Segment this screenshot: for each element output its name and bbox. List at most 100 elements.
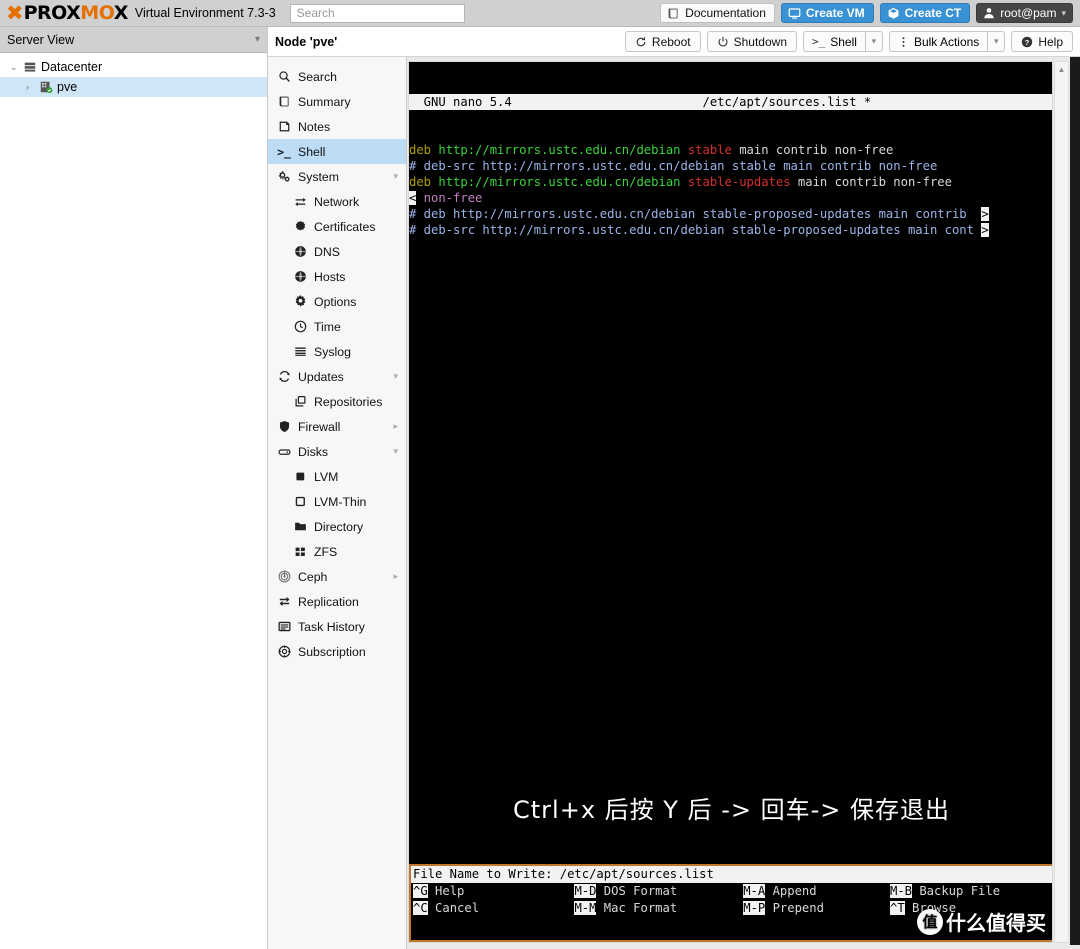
nav-item-label: Network	[314, 194, 360, 209]
terminal-text-segment: stable-updates	[680, 175, 791, 189]
nano-shortcut-key[interactable]: M-P	[743, 901, 766, 915]
nano-shortcut-gap	[677, 901, 743, 915]
terminal-text-segment: main contrib non-free	[790, 175, 952, 189]
terminal-frame[interactable]: GNU nano 5.4 /etc/apt/sources.list * deb…	[408, 61, 1053, 943]
nav-item-updates[interactable]: Updates ▾	[268, 364, 406, 389]
nav-item-task-history[interactable]: Task History	[268, 614, 406, 639]
nano-shortcut-label[interactable]: Cancel	[428, 901, 479, 915]
chevron-down-icon[interactable]: ▾	[393, 446, 398, 457]
create-vm-button[interactable]: Create VM	[780, 3, 874, 23]
nano-text-buffer[interactable]: deb http://mirrors.ustc.edu.cn/debian st…	[409, 142, 1052, 238]
tree-item-pve[interactable]: › pve	[0, 77, 267, 97]
nav-item-certificates[interactable]: Certificates	[268, 214, 406, 239]
nav-item-lvm[interactable]: LVM	[268, 464, 406, 489]
chevron-down-icon: ▾	[254, 34, 260, 45]
nano-shortcut-label[interactable]: Mac Format	[596, 901, 677, 915]
shutdown-button[interactable]: Shutdown	[706, 31, 797, 52]
nav-item-label: Directory	[314, 519, 364, 534]
nav-item-hosts[interactable]: Hosts	[268, 264, 406, 289]
logo-x-mark: ✖	[6, 0, 24, 25]
nano-shortcut-key[interactable]: M-M	[574, 901, 597, 915]
nav-item-time[interactable]: Time	[268, 314, 406, 339]
documentation-button[interactable]: Documentation	[660, 3, 775, 23]
reboot-button[interactable]: Reboot	[624, 31, 701, 52]
nav-item-subscription[interactable]: Subscription	[268, 639, 406, 664]
terminal-text-segment: deb	[409, 143, 432, 157]
twisty-collapsed-icon[interactable]: ›	[26, 82, 35, 92]
logo-x-letter: X	[113, 1, 129, 24]
nano-shortcut-key[interactable]: ^T	[890, 901, 905, 915]
nano-title-bar: GNU nano 5.4 /etc/apt/sources.list *	[409, 94, 1052, 110]
nav-item-firewall[interactable]: Firewall ▸	[268, 414, 406, 439]
nano-shortcut-gap	[677, 884, 743, 898]
nav-item-options[interactable]: Options	[268, 289, 406, 314]
terminal-text-segment: # deb-src http://mirrors.ustc.edu.cn/deb…	[409, 223, 974, 237]
nano-shortcut-label[interactable]: Prepend	[765, 901, 824, 915]
nav-item-replication[interactable]: Replication	[268, 589, 406, 614]
chevron-down-icon[interactable]: ▾	[393, 371, 398, 382]
nano-shortcut-key[interactable]: M-B	[889, 884, 912, 898]
network-icon	[293, 195, 307, 208]
tree-item-datacenter[interactable]: ⌄ Datacenter	[0, 57, 267, 77]
grid-icon	[293, 545, 307, 558]
nano-filename-prompt[interactable]: File Name to Write: /etc/apt/sources.lis…	[411, 866, 1052, 883]
nano-shortcut-label[interactable]: Backup File	[912, 884, 1000, 898]
header-actions: Documentation Create VM Create CT root@p…	[660, 3, 1080, 23]
terminal-line: # deb-src http://mirrors.ustc.edu.cn/deb…	[409, 222, 1052, 238]
proxmox-logo[interactable]: ✖ PROXMOX	[0, 0, 128, 27]
nav-item-dns[interactable]: DNS	[268, 239, 406, 264]
shell-button[interactable]: >_ Shell	[803, 31, 865, 52]
server-view-selector[interactable]: Server View ▾	[0, 27, 267, 53]
nav-item-search[interactable]: Search	[268, 64, 406, 89]
svg-text:?: ?	[1025, 38, 1030, 47]
shell-dropdown-arrow[interactable]: ▾	[864, 31, 883, 52]
create-ct-label: Create CT	[904, 6, 962, 20]
twisty-expanded-icon[interactable]: ⌄	[10, 62, 19, 73]
chevron-right-icon[interactable]: ▸	[393, 421, 398, 432]
chevron-right-icon[interactable]: ▸	[393, 571, 398, 582]
help-button[interactable]: ? Help	[1011, 31, 1073, 52]
nano-shortcut-label[interactable]: DOS Format	[596, 884, 677, 898]
bulk-actions-dropdown-arrow[interactable]: ▾	[987, 31, 1006, 52]
chevron-down-icon[interactable]: ▾	[393, 171, 398, 182]
nano-shortcut-label[interactable]: Help	[428, 884, 464, 898]
nav-item-notes[interactable]: Notes	[268, 114, 406, 139]
logo-wordmark: PROXMOX	[23, 1, 129, 24]
nano-shortcut-key[interactable]: ^G	[413, 884, 428, 898]
resource-tree: ⌄ Datacenter › pve	[0, 53, 267, 97]
history-icon	[277, 620, 291, 633]
user-menu-button[interactable]: root@pam ▾	[976, 3, 1073, 23]
nav-item-repositories[interactable]: Repositories	[268, 389, 406, 414]
scroll-up-arrow-icon[interactable]: ▲	[1055, 62, 1068, 76]
globe-icon	[293, 245, 307, 258]
nav-item-ceph[interactable]: Ceph ▸	[268, 564, 406, 589]
nav-item-zfs[interactable]: ZFS	[268, 539, 406, 564]
nav-item-label: Time	[314, 319, 341, 334]
cube-icon	[887, 7, 900, 20]
nav-item-label: Firewall	[298, 419, 341, 434]
replication-icon	[277, 595, 291, 608]
nav-item-system[interactable]: System ▾	[268, 164, 406, 189]
nano-shortcut-key[interactable]: M-D	[574, 884, 597, 898]
nav-item-disks[interactable]: Disks ▾	[268, 439, 406, 464]
nano-shortcut-label[interactable]: Append	[765, 884, 817, 898]
nav-item-shell[interactable]: >_ Shell	[268, 139, 406, 164]
nav-item-label: LVM-Thin	[314, 494, 367, 509]
bulk-actions-button[interactable]: Bulk Actions	[888, 31, 988, 52]
nav-item-lvm-thin[interactable]: LVM-Thin	[268, 489, 406, 514]
logo-prox: PROX	[23, 1, 81, 24]
terminal-text-segment: # deb http://mirrors.ustc.edu.cn/debian …	[409, 207, 967, 221]
nav-item-network[interactable]: Network	[268, 189, 406, 214]
nav-item-summary[interactable]: Summary	[268, 89, 406, 114]
nav-item-syslog[interactable]: Syslog	[268, 339, 406, 364]
nav-item-label: ZFS	[314, 544, 338, 559]
nav-item-directory[interactable]: Directory	[268, 514, 406, 539]
search-input[interactable]: Search	[289, 3, 465, 23]
documentation-label: Documentation	[685, 6, 766, 20]
nano-shortcut-key[interactable]: M-A	[743, 884, 766, 898]
terminal-scrollbar[interactable]: ▲	[1054, 61, 1069, 943]
nano-shortcut-key[interactable]: ^C	[413, 901, 428, 915]
create-ct-button[interactable]: Create CT	[879, 3, 971, 23]
server-view-label: Server View	[7, 32, 75, 47]
nano-shortcut-gap	[817, 884, 890, 898]
